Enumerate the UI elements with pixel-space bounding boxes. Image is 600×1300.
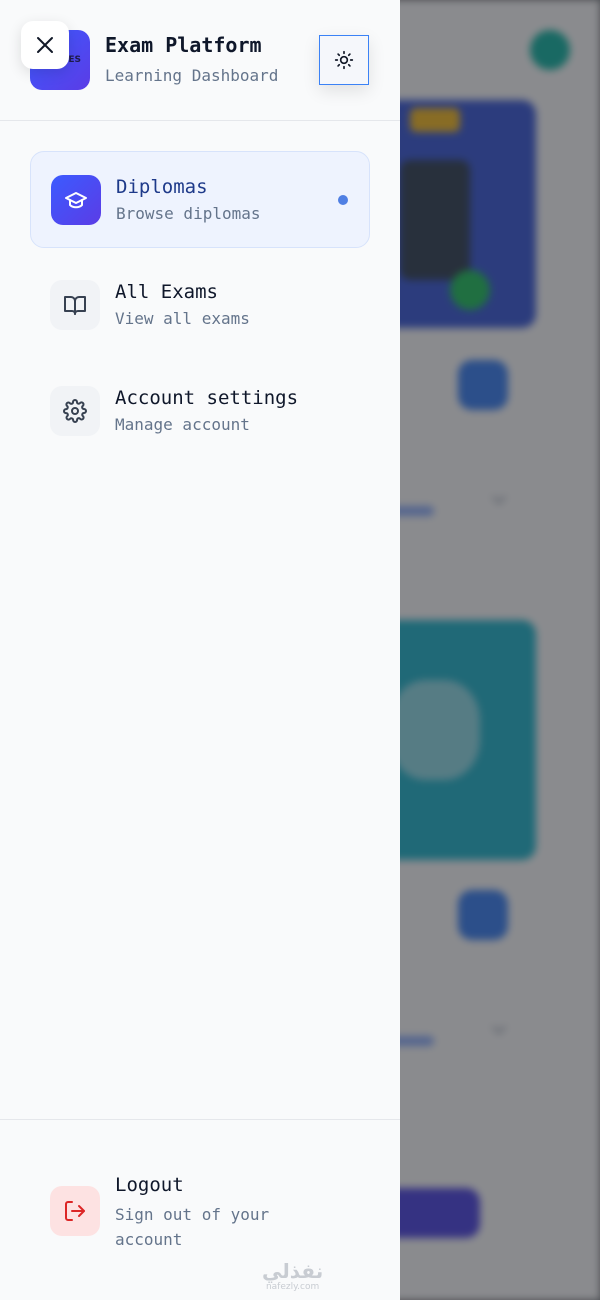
logout-button[interactable]: Logout Sign out of your account <box>30 1160 370 1260</box>
logout-label: Logout <box>115 1174 184 1196</box>
nav-item-label: Diplomas <box>116 176 208 198</box>
drawer-header: ES Exam Platform Learning Dashboard <box>0 0 400 121</box>
nav-icon-tile <box>51 175 101 225</box>
nav-item-description: View all exams <box>115 309 250 328</box>
logout-icon <box>65 1201 85 1221</box>
gear-icon <box>63 399 87 423</box>
app-subtitle: Learning Dashboard <box>105 66 279 85</box>
logout-icon-tile <box>50 1186 100 1236</box>
app-title: Exam Platform <box>105 33 262 57</box>
close-button[interactable] <box>21 21 69 69</box>
side-drawer: ES Exam Platform Learning Dashboard Dipl… <box>0 0 400 1300</box>
graduation-cap-icon <box>65 192 87 209</box>
sun-icon <box>334 50 354 70</box>
nav-item-description: Browse diplomas <box>116 204 261 223</box>
nav-item-account-settings[interactable]: Account settings Manage account <box>30 363 370 460</box>
nav-icon-tile <box>50 280 100 330</box>
logout-description: Sign out of your account <box>115 1205 270 1249</box>
nav-item-label: All Exams <box>115 281 218 303</box>
watermark-domain: nafezly.com <box>265 1282 320 1292</box>
nav-item-description: Manage account <box>115 415 250 434</box>
close-icon <box>37 37 53 53</box>
drawer-nav: Diplomas Browse diplomas All Exams View … <box>30 151 370 469</box>
theme-toggle-button[interactable] <box>319 35 369 85</box>
nav-item-label: Account settings <box>115 387 299 409</box>
nav-item-all-exams[interactable]: All Exams View all exams <box>30 257 370 354</box>
active-indicator <box>338 195 348 205</box>
book-open-icon <box>64 296 86 315</box>
drawer-footer: Logout Sign out of your account <box>0 1119 400 1300</box>
watermark-text: نفذلي <box>262 1259 324 1283</box>
nav-item-diplomas[interactable]: Diplomas Browse diplomas <box>30 151 370 248</box>
watermark-logo: نفذلي nafezly.com <box>262 1260 323 1292</box>
nav-icon-tile <box>50 386 100 436</box>
